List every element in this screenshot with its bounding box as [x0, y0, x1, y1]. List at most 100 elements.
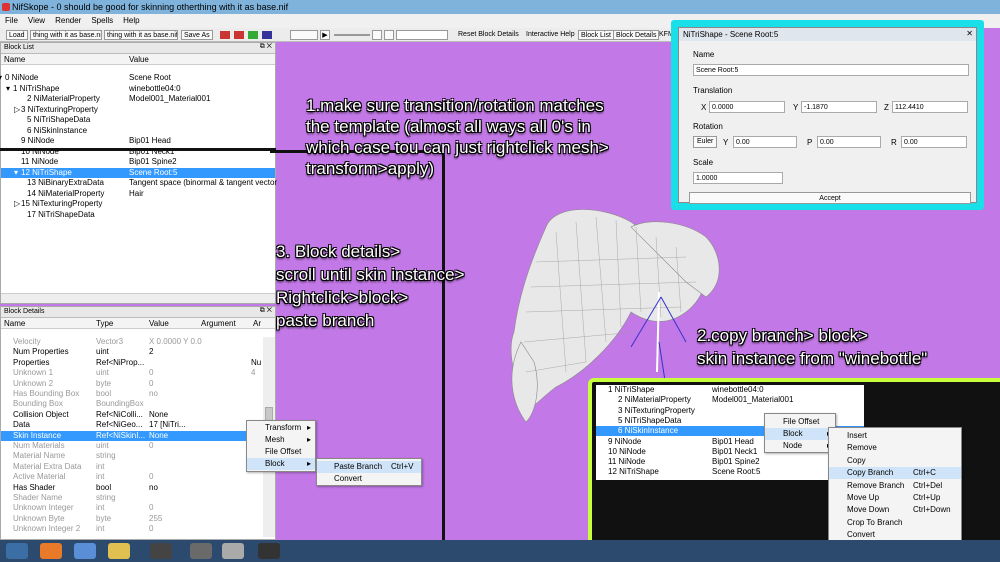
- block-list-row[interactable]: 11 NiNode Bip01 Spine2: [1, 157, 275, 167]
- expand-arrow-icon[interactable]: ▾: [0, 73, 2, 82]
- block-details-row[interactable]: Num Properties uint 2: [1, 347, 263, 357]
- animation-slider[interactable]: [334, 34, 370, 36]
- menu-view[interactable]: View: [23, 14, 50, 25]
- menu-file[interactable]: File: [0, 14, 23, 25]
- block-details-row[interactable]: Shader Name string: [1, 493, 263, 503]
- inset-submenu-item[interactable]: Copy: [829, 455, 961, 467]
- app-icon[interactable]: [190, 543, 212, 559]
- rotation-r-field[interactable]: [901, 136, 967, 148]
- firefox-icon[interactable]: [40, 543, 62, 559]
- block-list-row[interactable]: ▾ 1 NiTriShape winebottle04:0: [1, 84, 275, 94]
- inset-submenu-item[interactable]: Move Up Ctrl+Up: [829, 492, 961, 504]
- translation-y-field[interactable]: [801, 101, 877, 113]
- close-icon[interactable]: ✕: [966, 29, 973, 38]
- block-details-row[interactable]: Skin Instance Ref<NiSkinI... None: [1, 430, 263, 441]
- inset-menu-node[interactable]: Node▸: [765, 440, 835, 452]
- rotation-y-field[interactable]: [733, 136, 797, 148]
- col-value[interactable]: Value: [129, 55, 149, 64]
- inset-submenu-item[interactable]: Copy Branch Ctrl+C: [829, 467, 961, 480]
- block-details-row[interactable]: Unknown 1 uint 0 4: [1, 368, 263, 378]
- inset-row[interactable]: 12 NiTriShape Scene Root:5: [596, 467, 864, 477]
- scale-field[interactable]: [693, 172, 783, 184]
- block-details-row[interactable]: Unknown 2 byte 0: [1, 379, 263, 389]
- block-list-row[interactable]: ▾ 0 NiNode Scene Root: [0, 73, 275, 83]
- inset-submenu-item[interactable]: Remove: [829, 442, 961, 454]
- block-list-toggle[interactable]: Block List: [578, 30, 614, 40]
- rotation-p-field[interactable]: [817, 136, 881, 148]
- name-field[interactable]: [693, 64, 969, 76]
- save-path-field[interactable]: thing with it as base.nif: [104, 30, 178, 40]
- switch-icon[interactable]: [384, 30, 394, 40]
- block-list-row[interactable]: 13 NiBinaryExtraData Tangent space (binor…: [1, 178, 277, 188]
- inset-row[interactable]: 11 NiNode Bip01 Spine2: [596, 457, 864, 467]
- app-icon[interactable]: [150, 543, 172, 559]
- expand-arrow-icon[interactable]: ▾: [6, 84, 10, 93]
- block-list-row[interactable]: 6 NiSkinInstance: [1, 126, 275, 136]
- col-argument[interactable]: Argument: [201, 319, 236, 328]
- block-details-row[interactable]: Num Materials uint 0: [1, 441, 263, 451]
- col-value[interactable]: Value: [149, 319, 169, 328]
- play-icon[interactable]: ▶: [320, 30, 330, 40]
- chrome-icon[interactable]: [74, 543, 96, 559]
- translation-z-field[interactable]: [892, 101, 968, 113]
- nifskope-icon[interactable]: [222, 543, 244, 559]
- start-icon[interactable]: [6, 543, 28, 559]
- save-as-button[interactable]: Save As: [181, 30, 213, 40]
- block-list-row[interactable]: 14 NiMaterialProperty Hair: [1, 189, 275, 199]
- block-details-row[interactable]: Unknown Integer int 0: [1, 503, 263, 513]
- expand-arrow-icon[interactable]: ▷: [14, 105, 20, 114]
- euler-dropdown[interactable]: Euler: [693, 136, 718, 148]
- inset-menu-block[interactable]: Block▸: [765, 428, 835, 440]
- block-details-toggle[interactable]: Block Details: [613, 30, 660, 40]
- load-path-field[interactable]: thing with it as base.nif: [30, 30, 102, 40]
- inset-row[interactable]: 1 NiTriShape winebottle04:0: [596, 385, 864, 395]
- reset-block-details-button[interactable]: Reset Block Details: [458, 31, 519, 38]
- loop-icon[interactable]: [372, 30, 382, 40]
- col-name[interactable]: Name: [4, 319, 25, 328]
- inset-submenu-item[interactable]: Crop To Branch: [829, 517, 961, 529]
- block-list-row[interactable]: ▷ 3 NiTexturingProperty: [1, 105, 275, 115]
- app-icon[interactable]: [258, 543, 280, 559]
- block-list-row[interactable]: 9 NiNode Bip01 Head: [1, 136, 275, 146]
- explorer-icon[interactable]: [108, 543, 130, 559]
- menu-render[interactable]: Render: [50, 14, 86, 25]
- inset-submenu-item[interactable]: Insert: [829, 430, 961, 442]
- col-name[interactable]: Name: [4, 55, 25, 64]
- block-list-row[interactable]: ▷ 15 NiTexturingProperty: [1, 199, 275, 209]
- block-list-row[interactable]: 2 NiMaterialProperty Model001_Material001: [1, 94, 275, 104]
- inset-submenu-item[interactable]: Move Down Ctrl+Down: [829, 504, 961, 516]
- panel-controls-icon[interactable]: ⧉ ✕: [260, 43, 272, 51]
- block-details-row[interactable]: Active Material int 0: [1, 472, 263, 482]
- accept-button[interactable]: Accept: [689, 192, 971, 204]
- block-list-tree[interactable]: ▾ 0 NiNode Scene Root ▾ 1 NiTriShape winebott…: [0, 73, 277, 293]
- col-array[interactable]: Ar: [253, 319, 261, 328]
- block-list-row[interactable]: 5 NiTriShapeData: [1, 115, 275, 125]
- block-details-row[interactable]: Unknown Byte byte 255: [1, 514, 263, 524]
- translation-x-field[interactable]: [709, 101, 785, 113]
- block-details-row[interactable]: Unknown Integer 2 int 0: [1, 524, 263, 534]
- inset-menu-file-offset[interactable]: File Offset: [765, 416, 835, 428]
- block-details-row[interactable]: Material Name string: [1, 451, 263, 461]
- inset-row[interactable]: 2 NiMaterialProperty Model001_Material001: [596, 395, 864, 405]
- block-details-row[interactable]: Collision Object Ref<NiColli... None: [1, 410, 263, 420]
- col-type[interactable]: Type: [96, 319, 113, 328]
- block-details-table[interactable]: Velocity Vector3 X 0.0000 Y 0.0 Num Propert…: [1, 337, 263, 537]
- view-mode-icon[interactable]: [290, 30, 318, 40]
- horizontal-scrollbar[interactable]: [1, 293, 275, 303]
- sequence-dropdown[interactable]: [396, 30, 448, 40]
- expand-arrow-icon[interactable]: ▷: [14, 199, 20, 208]
- block-list-row[interactable]: ▾ 12 NiTriShape Scene Root:5: [1, 167, 275, 178]
- block-details-row[interactable]: Has Bounding Box bool no: [1, 389, 263, 399]
- menu-help[interactable]: Help: [118, 14, 144, 25]
- block-details-row[interactable]: Data Ref<NiGeo... 17 [NiTri...: [1, 420, 263, 430]
- render-icons[interactable]: [220, 31, 280, 39]
- expand-arrow-icon[interactable]: ▾: [14, 168, 18, 177]
- inset-submenu-item[interactable]: Remove Branch Ctrl+Del: [829, 480, 961, 492]
- block-details-row[interactable]: Bounding Box BoundingBox: [1, 399, 263, 409]
- block-details-row[interactable]: Material Extra Data int: [1, 462, 263, 472]
- block-list-row[interactable]: 17 NiTriShapeData: [1, 210, 275, 220]
- interactive-help-button[interactable]: Interactive Help: [526, 31, 575, 38]
- block-details-row[interactable]: Has Shader bool no: [1, 483, 263, 493]
- block-details-row[interactable]: Properties Ref<NiProp... Nu: [1, 358, 263, 368]
- load-button[interactable]: Load: [6, 30, 28, 40]
